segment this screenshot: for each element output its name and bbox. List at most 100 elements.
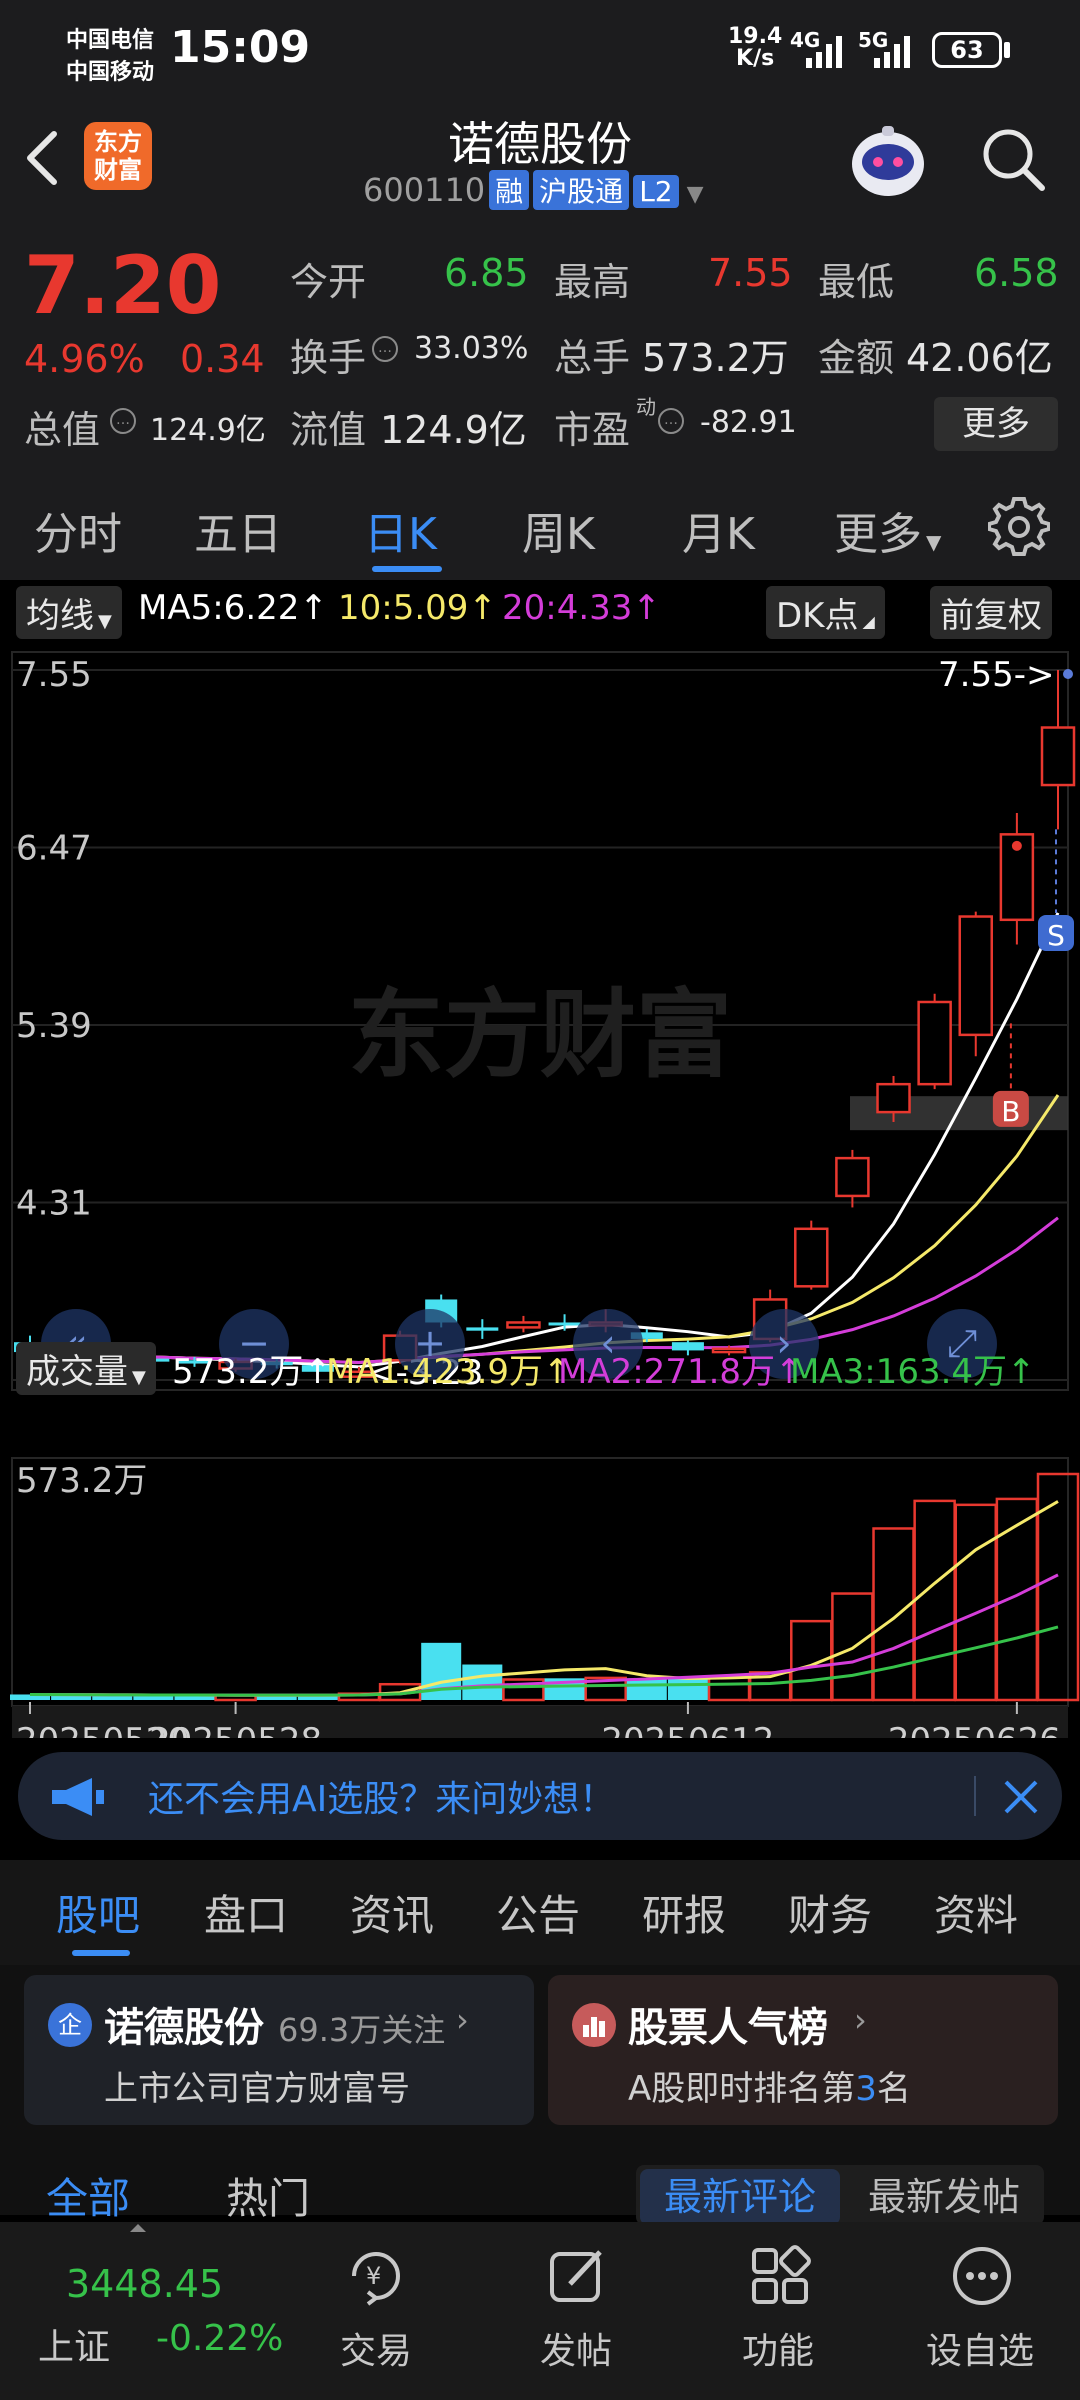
buy-marker-label: B	[1001, 1095, 1020, 1128]
info-icon[interactable]: …	[372, 336, 398, 362]
ai-promo-banner[interactable]: 还不会用AI选股？来问妙想！	[18, 1752, 1062, 1840]
mktcap-value: 124.9亿	[150, 413, 266, 448]
carrier-1: 中国电信	[66, 28, 155, 53]
post-edit-icon[interactable]	[546, 2244, 610, 2308]
candle-body	[1040, 726, 1076, 787]
trade-label[interactable]: 交易	[340, 2322, 412, 2374]
high-value: 7.55	[708, 251, 793, 295]
tab-announcements[interactable]: 公告	[496, 1882, 580, 1943]
tab-weekly-k[interactable]: 周K	[522, 498, 595, 562]
dropdown-icon: ▼	[132, 1367, 146, 1388]
enterprise-badge-icon: 企	[48, 2003, 92, 2047]
divider	[974, 1776, 976, 1816]
filter-hot[interactable]: 热门	[226, 2165, 310, 2226]
float-value: 124.9亿	[380, 408, 527, 452]
volume-value: 573.2万	[642, 336, 789, 380]
settings-gear-icon[interactable]	[988, 496, 1050, 558]
post-label[interactable]: 发帖	[540, 2322, 612, 2374]
tab-more[interactable]: 更多 ▼	[834, 498, 941, 562]
ma10-line	[29, 1094, 1060, 1364]
volume-panel-frame	[11, 1457, 1069, 1707]
tab-monthly-k[interactable]: 月K	[682, 498, 755, 562]
buy-signal-dot	[1011, 840, 1022, 851]
active-tab-indicator	[372, 566, 442, 572]
function-grid-icon[interactable]	[748, 2244, 812, 2308]
ma-selector[interactable]: 均线 ▼	[16, 586, 122, 639]
filter-all[interactable]: 全部	[46, 2165, 130, 2226]
trade-icon[interactable]: ¥	[344, 2244, 408, 2308]
info-icon[interactable]: …	[658, 408, 684, 434]
signal-icon	[806, 36, 842, 68]
popularity-rank-card[interactable]: 股票人气榜 › A股即时排名第3名	[548, 1975, 1058, 2125]
tab-intraday[interactable]: 分时	[34, 498, 122, 562]
turnover-label: 换手	[290, 336, 367, 380]
quote-panel: 7.20 4.96% 0.34 今开 6.85 最高 7.55 最低 6.58 …	[0, 225, 1080, 470]
index-name[interactable]: 上证	[38, 2318, 110, 2370]
float-label: 流值	[290, 408, 367, 452]
y-tick-label: 5.39	[16, 1006, 92, 1046]
pe-superscript: 动	[636, 395, 656, 419]
period-tabs: 分时 五日 日K 周K 月K 更多 ▼	[0, 470, 1080, 580]
official-account-subtitle: 上市公司官方财富号	[104, 2069, 410, 2109]
tab-research[interactable]: 研报	[642, 1882, 726, 1943]
y-tick-label: 7.55	[16, 655, 92, 695]
rank-suffix: 名	[876, 2069, 911, 2109]
volume-indicator-label: 成交量	[26, 1352, 128, 1392]
change-amount: 0.34	[180, 337, 265, 381]
tab-daily-k[interactable]: 日K	[364, 498, 437, 562]
info-icon[interactable]: …	[110, 408, 136, 434]
sort-latest-comment[interactable]: 最新评论	[640, 2169, 840, 2225]
dk-point-toggle[interactable]: DK点 ◢	[766, 586, 885, 639]
mktcap-label: 总值	[24, 408, 101, 452]
signal-icon-2	[874, 36, 910, 68]
low-value: 6.58	[974, 251, 1059, 295]
add-watchlist-label[interactable]: 设自选	[926, 2322, 1034, 2374]
expand-index-icon[interactable]	[130, 2224, 146, 2232]
dropdown-icon[interactable]: ▼	[687, 182, 704, 207]
sell-marker-label: S	[1047, 919, 1065, 952]
robot-assistant-icon[interactable]	[846, 122, 930, 202]
more-button[interactable]: 更多	[934, 397, 1058, 451]
high-price-annotation: 7.55->	[938, 655, 1054, 695]
function-label[interactable]: 功能	[742, 2322, 814, 2374]
tab-profile[interactable]: 资料	[934, 1882, 1018, 1943]
dropdown-icon: ▼	[926, 530, 942, 554]
ma10-value: 10:5.09↑	[338, 588, 497, 628]
adjust-mode-button[interactable]: 前复权	[930, 586, 1052, 639]
volume-label: 总手	[554, 336, 631, 380]
tab-five-day[interactable]: 五日	[194, 498, 282, 562]
active-tab-indicator	[72, 1950, 130, 1956]
tab-financials[interactable]: 财务	[788, 1882, 872, 1943]
tab-order-book[interactable]: 盘口	[204, 1882, 288, 1943]
kline-chart[interactable]: 东方财富7.55-><-3.23SB7.556.475.394.313.23«−…	[0, 638, 1080, 1738]
close-icon[interactable]	[1002, 1778, 1040, 1816]
volume-bar	[995, 1497, 1039, 1702]
tab-forum[interactable]: 股吧	[56, 1882, 140, 1943]
promo-text: 还不会用AI选股？来问妙想！	[148, 1779, 616, 1820]
sort-latest-post[interactable]: 最新发帖	[846, 2169, 1042, 2225]
ma5-value: MA5:6.22↑	[138, 588, 328, 628]
index-change[interactable]: -0.22%	[156, 2318, 283, 2359]
tab-news[interactable]: 资讯	[350, 1882, 434, 1943]
dropdown-icon: ▼	[98, 611, 112, 632]
volume-ma3-line	[29, 1625, 1059, 1697]
amount-label: 金额	[818, 336, 895, 380]
carrier-2: 中国移动	[66, 60, 155, 85]
index-value[interactable]: 3448.45	[66, 2262, 223, 2306]
open-label: 今开	[290, 260, 367, 304]
net-speed: 19.4 K/s	[728, 26, 782, 70]
candle-body	[548, 1322, 581, 1326]
status-bar: 中国电信 中国移动 15:09 19.4 K/s 4G 5G 63	[0, 0, 1080, 100]
volume-ma1: MA1:423.9万↑	[326, 1352, 572, 1392]
rank-prefix: A股即时排名第	[628, 2069, 856, 2109]
candle-body	[466, 1327, 499, 1331]
more-circle-icon[interactable]	[950, 2244, 1014, 2308]
badge-l2[interactable]: L2	[633, 175, 679, 208]
chevron-right-icon: ›	[456, 2001, 469, 2039]
candle-body	[917, 1000, 952, 1086]
x-tick-label: 20250612	[601, 1721, 774, 1738]
volume-indicator-selector[interactable]: 成交量 ▼	[16, 1342, 156, 1395]
chevron-right-icon: ›	[854, 2001, 867, 2039]
official-account-card[interactable]: 企 诺德股份 69.3万关注 › 上市公司官方财富号	[24, 1975, 534, 2125]
search-icon[interactable]	[978, 124, 1048, 194]
